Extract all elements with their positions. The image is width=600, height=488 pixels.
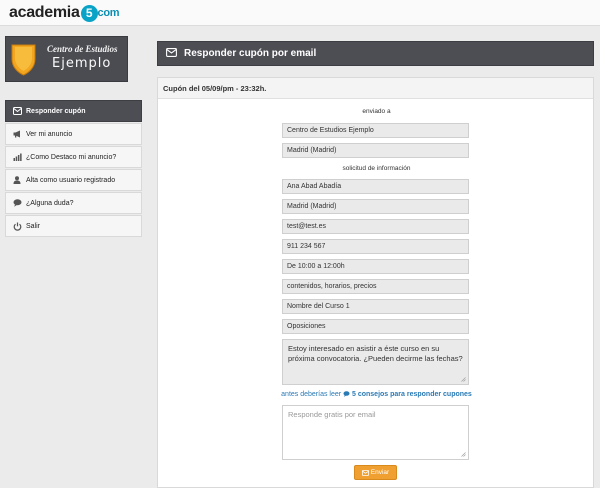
- send-button[interactable]: Enviar: [354, 465, 397, 480]
- contact-location-field: Madrid (Madrid): [282, 199, 469, 214]
- reply-textarea[interactable]: Responde gratis por email: [282, 405, 469, 460]
- user-icon: [12, 175, 22, 185]
- sidebar: Responder cupón Ver mi anuncio ¿Como Des…: [5, 100, 142, 238]
- sidebar-item-label: Ver mi anuncio: [26, 130, 73, 138]
- power-icon: [12, 221, 22, 231]
- resize-handle-icon[interactable]: [461, 452, 466, 457]
- page-header: Responder cupón por email: [157, 41, 594, 66]
- request-label: solicitud de información: [342, 165, 411, 172]
- envelope-icon: [166, 47, 178, 60]
- megaphone-icon: [12, 129, 22, 139]
- shield-icon: [11, 44, 36, 76]
- tips-link-row: antes deberías leer 5 consejos para resp…: [158, 391, 595, 398]
- sidebar-item-responder-cupon[interactable]: Responder cupón: [5, 100, 142, 122]
- center-location-field: Madrid (Madrid): [282, 143, 469, 158]
- sidebar-item-alta-usuario[interactable]: Alta como usuario registrado: [5, 169, 142, 191]
- sidebar-item-label: Responder cupón: [26, 107, 86, 115]
- chat-bubble-icon: [12, 198, 22, 208]
- sidebar-item-ver-anuncio[interactable]: Ver mi anuncio: [5, 123, 142, 145]
- interest-field: contenidos, horarios, precios: [282, 279, 469, 294]
- tips-prefix: antes deberías leer: [281, 391, 342, 398]
- bar-chart-icon: [12, 152, 22, 162]
- center-logo-line1: Centro de Estudios: [47, 44, 118, 54]
- contact-schedule-field: De 10:00 a 12:00h: [282, 259, 469, 274]
- sidebar-item-salir[interactable]: Salir: [5, 215, 142, 237]
- send-button-label: Enviar: [370, 469, 390, 476]
- logo-text: academia: [9, 4, 80, 21]
- course-field: Nombre del Curso 1: [282, 299, 469, 314]
- center-logo-line2: Ejemplo: [52, 56, 112, 71]
- logo[interactable]: academia 5 com: [9, 4, 120, 22]
- logo-suffix: com: [97, 7, 120, 19]
- contact-email-field: test@test.es: [282, 219, 469, 234]
- resize-handle-icon: [461, 377, 466, 382]
- contact-phone-field: 911 234 567: [282, 239, 469, 254]
- contact-name-field: Ana Abad Abadía: [282, 179, 469, 194]
- envelope-icon: [12, 106, 22, 116]
- sidebar-item-alguna-duda[interactable]: ¿Alguna duda?: [5, 192, 142, 214]
- sidebar-item-label: ¿Como Destaco mi anuncio?: [26, 153, 117, 161]
- category-field: Oposiciones: [282, 319, 469, 334]
- coupon-card: Cupón del 05/09/pm - 23:32h. enviado a C…: [157, 77, 594, 488]
- sent-to-label: enviado a: [362, 108, 391, 115]
- message-text: Estoy interesado en asistir a éste curso…: [288, 344, 463, 363]
- top-bar: academia 5 com: [0, 0, 600, 26]
- tips-link[interactable]: 5 consejos para responder cupones: [352, 391, 472, 398]
- message-field: Estoy interesado en asistir a éste curso…: [282, 339, 469, 385]
- sidebar-item-label: ¿Alguna duda?: [26, 199, 74, 207]
- sidebar-item-destacar-anuncio[interactable]: ¿Como Destaco mi anuncio?: [5, 146, 142, 168]
- chat-bubble-icon: [343, 391, 350, 397]
- sidebar-item-label: Salir: [26, 222, 41, 230]
- center-name-field: Centro de Estudios Ejemplo: [282, 123, 469, 138]
- logo-five-badge: 5: [80, 4, 98, 22]
- center-logo: Centro de Estudios Ejemplo: [5, 36, 128, 82]
- page-title: Responder cupón por email: [184, 48, 317, 59]
- coupon-heading: Cupón del 05/09/pm - 23:32h.: [158, 78, 593, 99]
- sidebar-item-label: Alta como usuario registrado: [26, 176, 116, 184]
- envelope-icon: [361, 469, 369, 476]
- reply-placeholder: Responde gratis por email: [288, 410, 376, 419]
